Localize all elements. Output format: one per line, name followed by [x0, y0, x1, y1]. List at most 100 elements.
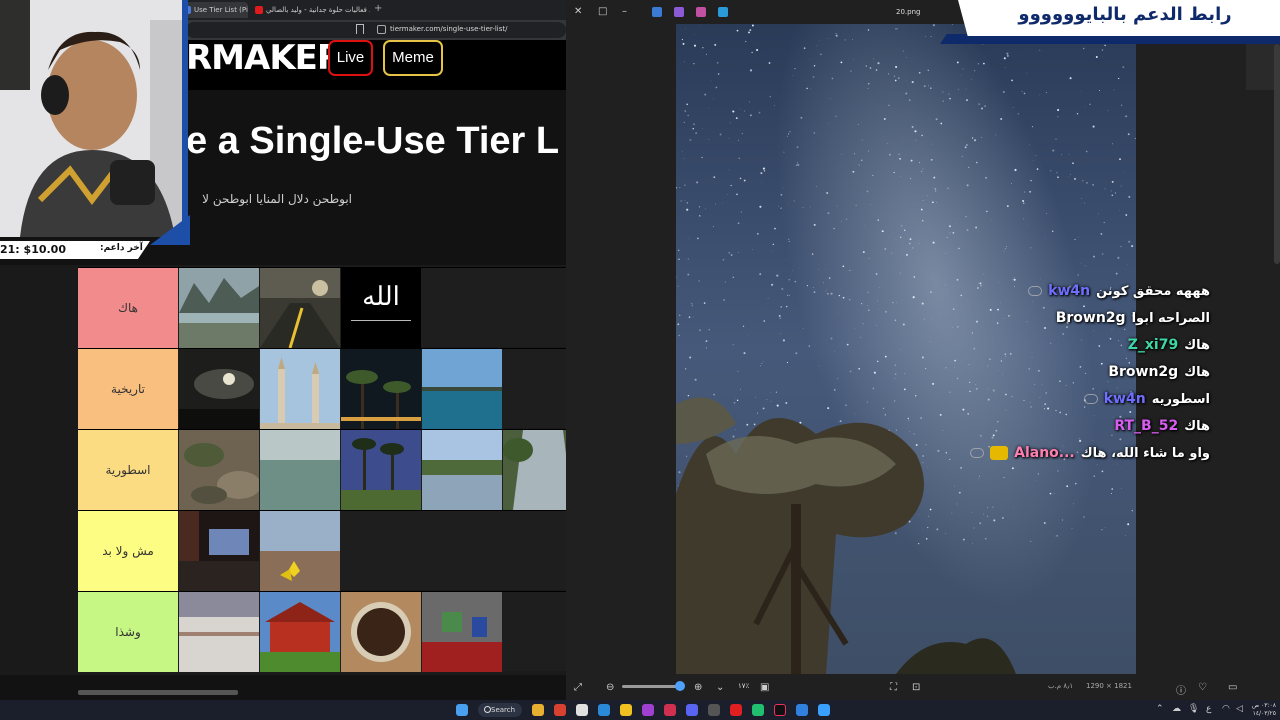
webcam-frame [182, 0, 188, 237]
zoom-out-icon[interactable]: ⊖ [606, 682, 614, 693]
info-icon[interactable]: ⓘ [1176, 682, 1186, 697]
draw-icon[interactable] [696, 7, 706, 17]
tier-image-yellow-flower[interactable] [260, 511, 340, 591]
fit-window-icon[interactable]: ⛶ [890, 682, 897, 693]
favorite-icon[interactable]: ♡ [1198, 682, 1207, 693]
obs-icon[interactable] [642, 704, 654, 716]
tiktok-icon[interactable] [774, 704, 786, 716]
tier-image-minecraft-room[interactable] [422, 592, 502, 672]
zoom-slider[interactable] [622, 685, 682, 688]
subscriber-badge-icon [990, 446, 1009, 460]
store-icon[interactable] [576, 704, 588, 716]
tier-label[interactable]: مش ولا بد [78, 511, 178, 591]
edit-icon[interactable] [674, 7, 684, 17]
chat-username[interactable]: kw4n [1104, 391, 1146, 407]
horizontal-scrollbar[interactable] [78, 690, 238, 695]
photos-active-icon[interactable] [818, 704, 830, 716]
tier-image-river[interactable] [422, 430, 502, 510]
streamer-webcam-image [0, 0, 182, 237]
chat-text: هاك [1184, 364, 1210, 380]
tier-image-mosque-minarets[interactable] [260, 349, 340, 429]
site-info-icon[interactable] [377, 25, 386, 34]
taskbar-clock[interactable]: ٠٣:٠٨ ص ١٤/٠٣/٢٥ [1248, 702, 1276, 718]
tier-label[interactable]: وشذا [78, 592, 178, 672]
photos-icon[interactable] [796, 704, 808, 716]
tier-image-cinema-screen[interactable] [179, 511, 259, 591]
tier-image-calligraphy[interactable]: الله [341, 268, 421, 348]
chat-text: هاك [1184, 418, 1210, 434]
tab-youtube[interactable]: تنفيذ فعاليات حلوة جدانية - وليد بالصالي [252, 2, 370, 18]
tier-image-palm-garden[interactable] [341, 430, 421, 510]
screenshot-icon[interactable]: ▣ [760, 682, 769, 693]
tier-image-coffee-cup[interactable] [341, 592, 421, 672]
url-text: tiermaker.com/single-use-tier-list/ [390, 25, 508, 33]
chat-username[interactable]: Z_xi79 [1128, 337, 1178, 353]
new-tab-icon[interactable]: + [374, 3, 382, 14]
webcam-overlay [0, 0, 182, 237]
chat-text: اسطوريه [1151, 391, 1210, 407]
live-button[interactable]: Live [328, 40, 373, 76]
tier-label[interactable]: هاك [78, 268, 178, 348]
opera-icon[interactable] [664, 704, 676, 716]
edge-icon[interactable] [598, 704, 610, 716]
cloud-icon[interactable]: ☁ [1172, 704, 1181, 714]
onedrive-icon[interactable] [652, 7, 662, 17]
tier-image-mountain-lake[interactable] [179, 268, 259, 348]
zoom-slider-thumb[interactable] [675, 681, 685, 691]
chat-text: هاك [1184, 337, 1210, 353]
bookmark-icon[interactable] [356, 24, 364, 34]
fullscreen-icon[interactable]: ⤢ [574, 682, 582, 693]
zoom-value: ١٧٪ [738, 682, 750, 690]
chat-message: RT_B_52 هاك [1114, 415, 1210, 437]
tier-image-rainy-street[interactable] [260, 268, 340, 348]
zoom-dropdown-icon[interactable]: ⌄ [716, 682, 724, 693]
chat-message: Brown2g الصراحه ابوا [1056, 307, 1210, 329]
page-title: e a Single-Use Tier L [186, 120, 560, 162]
chat-username[interactable]: kw4n [1048, 283, 1090, 299]
calligraphy-text: الله [362, 282, 400, 312]
chevron-up-icon[interactable]: ⌃ [1156, 704, 1164, 714]
start-icon[interactable] [456, 704, 468, 716]
tier-image-minecraft-house[interactable] [260, 592, 340, 672]
capture-icon[interactable] [708, 704, 720, 716]
tier-image-snowy-field[interactable] [179, 592, 259, 672]
calligraphy-underline [351, 320, 411, 321]
discord-icon[interactable] [686, 704, 698, 716]
tier-image-waterfall[interactable] [503, 430, 566, 510]
chat-username[interactable]: Alano... [1014, 445, 1075, 461]
tier-image-sea-coast[interactable] [422, 349, 502, 429]
brave-icon[interactable] [554, 704, 566, 716]
tab-tiermaker[interactable]: Use Tier List (Pic [180, 2, 248, 18]
microphone-icon[interactable]: 🎙 [1188, 704, 1199, 714]
minimize-icon[interactable]: – [622, 6, 627, 17]
wifi-icon[interactable]: ◠ [1222, 704, 1230, 714]
tiermaker-logo[interactable]: RMAKER [186, 38, 343, 78]
viewer-badge-icon [970, 448, 985, 458]
whatsapp-icon[interactable] [752, 704, 764, 716]
chat-username[interactable]: Brown2g [1108, 364, 1178, 380]
filmstrip-icon[interactable]: ▭ [1228, 682, 1237, 693]
zoom-in-icon[interactable]: ⊕ [694, 682, 702, 693]
volume-icon[interactable]: ◁ [1236, 704, 1243, 714]
tier-image-calm-sea[interactable] [260, 430, 340, 510]
tier-label[interactable]: اسطورية [78, 430, 178, 510]
url-input[interactable] [186, 22, 566, 38]
tier-image-night-moon[interactable] [179, 349, 259, 429]
tier-image-rocky-plants[interactable] [179, 430, 259, 510]
tier-image-palm-night[interactable] [341, 349, 421, 429]
record-icon[interactable] [730, 704, 742, 716]
windows-taskbar [0, 700, 1280, 720]
actual-size-icon[interactable]: ⊡ [912, 682, 920, 693]
close-icon[interactable]: ✕ [574, 6, 582, 17]
tier-label[interactable]: تاريخية [78, 349, 178, 429]
chat-username[interactable]: Brown2g [1056, 310, 1126, 326]
chrome-icon[interactable] [620, 704, 632, 716]
last-supporter-amount: 21: $10.00 [0, 243, 66, 256]
chat-username[interactable]: RT_B_52 [1114, 418, 1178, 434]
crop-icon[interactable] [718, 7, 728, 17]
meme-button[interactable]: Meme [383, 40, 443, 76]
vertical-scrollbar[interactable] [1274, 44, 1280, 264]
language-icon[interactable]: ع [1206, 704, 1211, 714]
maximize-icon[interactable]: □ [598, 6, 607, 17]
file-explorer-icon[interactable] [532, 704, 544, 716]
